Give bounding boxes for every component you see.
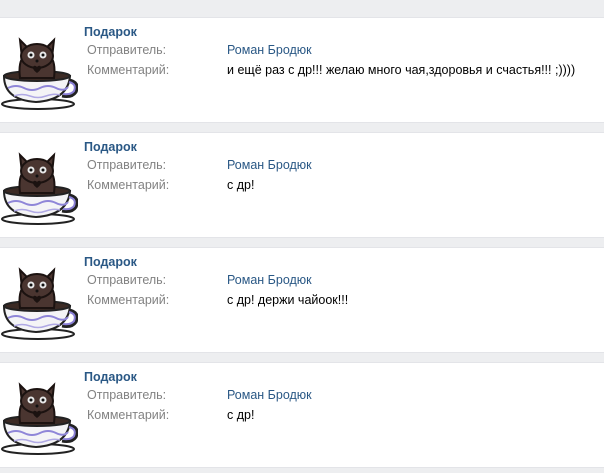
comment-label: Комментарий: bbox=[87, 293, 170, 307]
sender-label: Отправитель: bbox=[87, 273, 167, 287]
comment-label: Комментарий: bbox=[87, 408, 170, 422]
sender-link[interactable]: Роман Бродюк bbox=[227, 43, 312, 57]
sender-label: Отправитель: bbox=[87, 43, 167, 57]
gift-card: Подарок Отправитель: Роман Бродюк Коммен… bbox=[0, 247, 604, 353]
cat-in-teacup-icon[interactable] bbox=[0, 256, 78, 340]
cat-in-teacup-icon[interactable] bbox=[0, 141, 78, 225]
gift-title[interactable]: Подарок bbox=[84, 370, 137, 384]
gift-card: Подарок Отправитель: Роман Бродюк Коммен… bbox=[0, 17, 604, 123]
gift-title[interactable]: Подарок bbox=[84, 25, 137, 39]
sender-label: Отправитель: bbox=[87, 158, 167, 172]
sender-link[interactable]: Роман Бродюк bbox=[227, 273, 312, 287]
gift-comment: и ещё раз с др!!! желаю много чая,здоров… bbox=[227, 63, 576, 77]
sender-label: Отправитель: bbox=[87, 388, 167, 402]
gift-comment: с др! bbox=[227, 408, 255, 422]
comment-label: Комментарий: bbox=[87, 178, 170, 192]
cat-in-teacup-icon[interactable] bbox=[0, 26, 78, 110]
gift-title[interactable]: Подарок bbox=[84, 140, 137, 154]
cat-in-teacup-icon[interactable] bbox=[0, 371, 78, 455]
comment-label: Комментарий: bbox=[87, 63, 170, 77]
gift-comment: с др! держи чайоок!!! bbox=[227, 293, 349, 307]
sender-link[interactable]: Роман Бродюк bbox=[227, 388, 312, 402]
gift-card: Подарок Отправитель: Роман Бродюк Коммен… bbox=[0, 362, 604, 468]
gift-comment: с др! bbox=[227, 178, 255, 192]
gift-list: Подарок Отправитель: Роман Бродюк Коммен… bbox=[0, 0, 604, 473]
gift-card: Подарок Отправитель: Роман Бродюк Коммен… bbox=[0, 132, 604, 238]
gift-title[interactable]: Подарок bbox=[84, 255, 137, 269]
sender-link[interactable]: Роман Бродюк bbox=[227, 158, 312, 172]
